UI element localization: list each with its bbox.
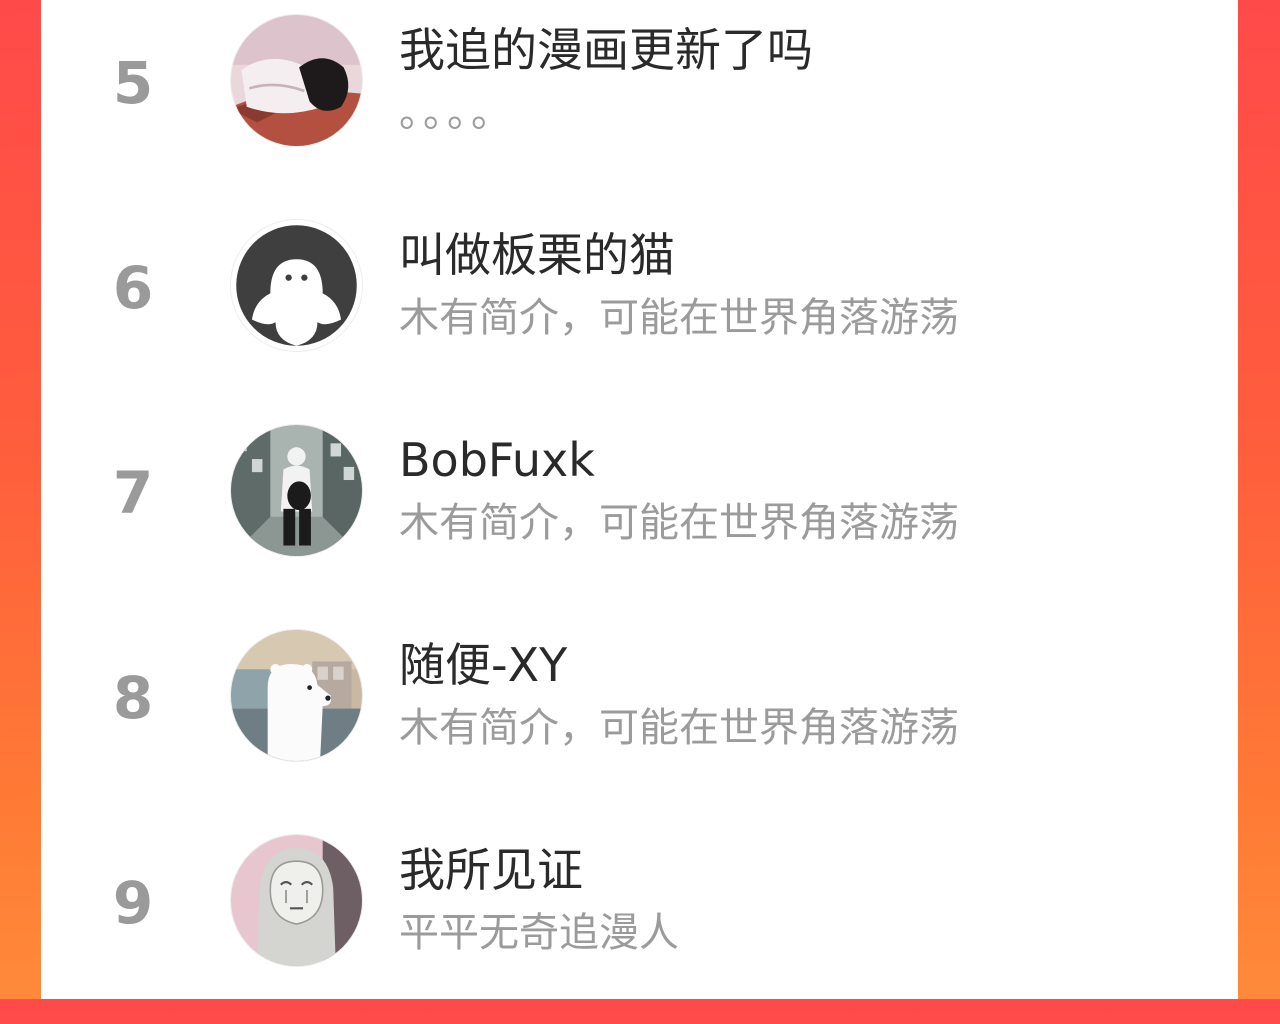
user-bio: 平平无奇追漫人 (399, 910, 679, 956)
avatar[interactable] (230, 14, 363, 147)
rank-number: 7 (112, 459, 154, 527)
no-face-avatar-icon (231, 835, 362, 966)
user-name[interactable]: 随便-XY (399, 637, 567, 693)
sleeping-anime-avatar-icon (231, 15, 362, 146)
rank-number: 5 (112, 49, 154, 117)
list-item[interactable]: 7 BobFuxk 木有简介，可能在世界角落游荡 (41, 410, 1238, 614)
street-walker-avatar-icon (231, 425, 362, 556)
list-item[interactable]: 5 我追的漫画更新了吗 。。。。 (41, 0, 1238, 204)
user-name[interactable]: 我追的漫画更新了吗 (399, 22, 813, 78)
avatar[interactable] (230, 424, 363, 557)
avatar[interactable] (230, 219, 363, 352)
polar-bear-avatar-icon (231, 630, 362, 761)
user-bio: 木有简介，可能在世界角落游荡 (399, 500, 959, 546)
user-name[interactable]: 叫做板栗的猫 (399, 227, 675, 283)
rank-number: 8 (112, 664, 154, 732)
list-item[interactable]: 6 叫做板栗的猫 木有简介，可能在世界角落游荡 (41, 205, 1238, 409)
user-name[interactable]: BobFuxk (399, 432, 595, 488)
user-name[interactable]: 我所见证 (399, 842, 583, 898)
avatar[interactable] (230, 834, 363, 967)
ranking-list-panel: 5 我追的漫画更新了吗 。。。。 6 叫做板栗的猫 木有简介，可能在世界角落游荡… (41, 0, 1238, 999)
user-bio: 木有简介，可能在世界角落游荡 (399, 705, 959, 751)
list-item[interactable]: 8 随便-XY 木有简介，可能在世界角落游荡 (41, 615, 1238, 819)
user-bio: 。。。。 (399, 90, 515, 136)
default-ghost-avatar-icon (231, 220, 362, 351)
avatar[interactable] (230, 629, 363, 762)
list-item[interactable]: 9 我所见证 平平无奇追漫人 (41, 820, 1238, 1024)
rank-number: 6 (112, 254, 154, 322)
rank-number: 9 (112, 869, 154, 937)
user-bio: 木有简介，可能在世界角落游荡 (399, 295, 959, 341)
